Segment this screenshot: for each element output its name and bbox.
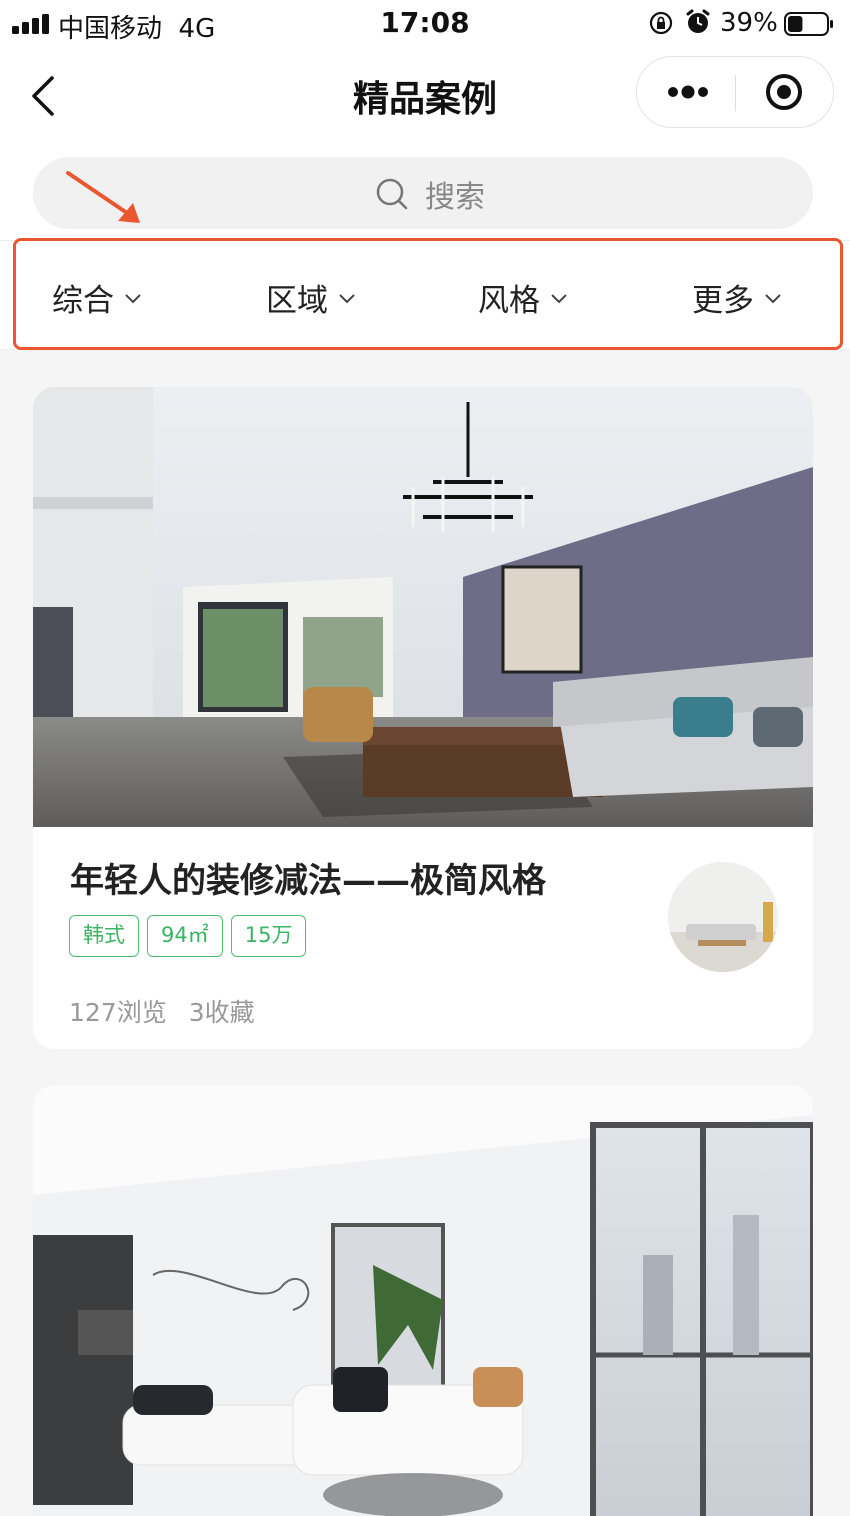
battery-icon [784, 12, 833, 36]
tag-area: 94㎡ [147, 915, 223, 957]
rotation-lock-icon [649, 11, 673, 35]
annotation-arrow-icon [66, 171, 140, 223]
battery-percent: 39% [720, 8, 778, 38]
nav-bar: 精品案例 [0, 50, 850, 140]
annotation-highlight-box [13, 238, 843, 350]
more-dots-icon[interactable] [637, 57, 735, 127]
tag-style: 韩式 [69, 915, 139, 957]
designer-avatar[interactable] [668, 862, 778, 972]
case-card[interactable]: 年轻人的装修减法——极简风格 韩式 94㎡ 15万 127浏览 3收藏 [33, 387, 813, 1049]
case-tags: 韩式 94㎡ 15万 [69, 915, 314, 957]
search-input[interactable]: 搜索 [33, 157, 813, 229]
alarm-icon [686, 9, 710, 33]
case-title: 年轻人的装修减法——极简风格 [70, 861, 546, 901]
search-placeholder: 搜索 [425, 180, 485, 215]
status-bar: 中国移动 4G 17:08 39% [0, 0, 850, 50]
favorite-count: 3收藏 [188, 998, 255, 1027]
case-card[interactable] [33, 1085, 813, 1516]
tag-budget: 15万 [230, 915, 307, 957]
case-stats: 127浏览 3收藏 [69, 993, 255, 1029]
search-icon [376, 178, 408, 210]
target-close-icon[interactable] [736, 57, 834, 127]
view-count: 127浏览 [69, 998, 167, 1027]
case-cover-image [33, 1085, 813, 1516]
mini-program-capsule [636, 56, 834, 128]
case-cover-image [33, 387, 813, 827]
